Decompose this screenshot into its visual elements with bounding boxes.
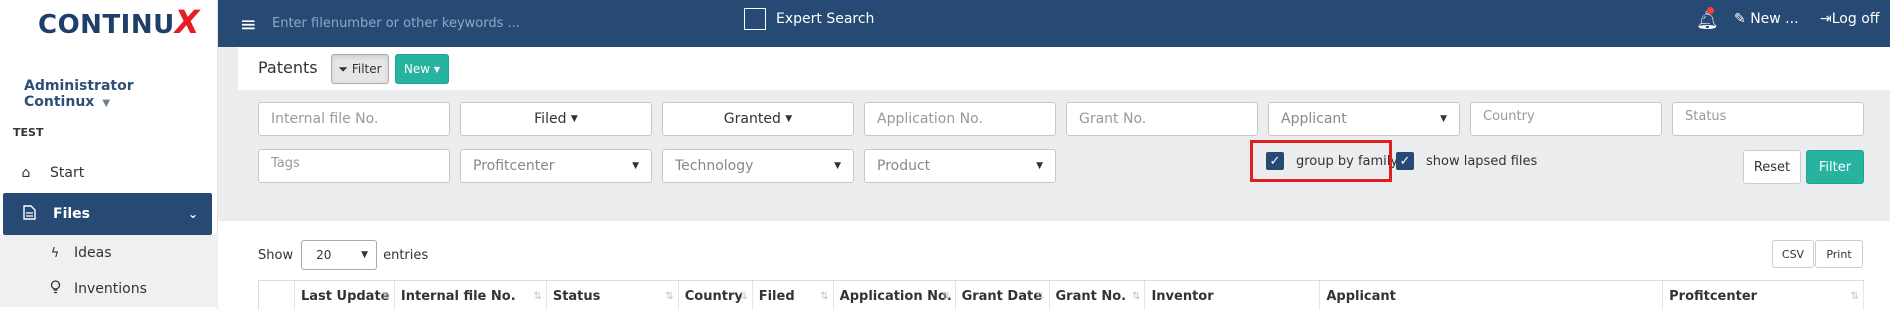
sign-out-icon: ⇥ bbox=[1820, 11, 1832, 27]
status-input[interactable]: Status bbox=[1672, 102, 1864, 136]
sidebar-item-start[interactable]: ⌂ Start bbox=[0, 152, 212, 194]
column-header-filed[interactable]: Filed ⇅ bbox=[753, 281, 834, 310]
show-lapsed-checkbox[interactable]: ✓ bbox=[1396, 152, 1414, 170]
caret-down-icon: ▼ bbox=[785, 114, 793, 124]
show-label: Show bbox=[258, 247, 294, 263]
column-header-application-no[interactable]: Application No. ⇅ bbox=[834, 281, 956, 310]
sort-icon: ⇅ bbox=[665, 290, 674, 302]
caret-down-icon: ▼ bbox=[433, 64, 441, 74]
product-select[interactable]: Product ▼ bbox=[864, 149, 1056, 183]
expert-search-checkbox[interactable] bbox=[744, 8, 766, 30]
logo[interactable]: CONTINUX bbox=[38, 3, 200, 41]
sort-icon: ⇅ bbox=[739, 290, 748, 302]
entries-label: entries bbox=[383, 247, 429, 263]
applicant-select[interactable]: Applicant ▼ bbox=[1268, 102, 1460, 136]
page-title: Patents bbox=[258, 58, 318, 77]
highlight-box bbox=[1250, 140, 1392, 182]
select-column-header bbox=[259, 281, 295, 310]
sidebar-subitem-label: Ideas bbox=[74, 245, 112, 261]
show-lapsed-toggle[interactable]: ✓ show lapsed files bbox=[1396, 152, 1537, 170]
sidebar-item-label: Start bbox=[50, 165, 85, 181]
sidebar-subitem-ideas[interactable]: ϟ Ideas bbox=[0, 235, 218, 271]
column-header-country[interactable]: Country ⇅ bbox=[679, 281, 753, 310]
panel-header bbox=[238, 47, 1890, 90]
caret-down-icon: ▼ bbox=[632, 161, 639, 171]
sidebar-subitem-label: Inventions bbox=[74, 281, 147, 297]
csv-button[interactable]: CSV bbox=[1772, 240, 1814, 268]
filter-icon: ⏷ bbox=[338, 61, 349, 76]
topbar: ≡ Expert Search 🔔︎ ✎ New ... ⇥Log off bbox=[218, 0, 1890, 47]
sort-icon: ⇅ bbox=[942, 290, 951, 302]
column-header-last-update[interactable]: Last Update ⇅ bbox=[295, 281, 395, 310]
caret-down-icon: ▼ bbox=[1036, 161, 1043, 171]
sort-icon: ⇅ bbox=[533, 290, 542, 302]
entries-length-control: Show 20 ▼ entries bbox=[258, 240, 428, 270]
column-header-grant-date[interactable]: Grant Date ⇅ bbox=[956, 281, 1050, 310]
filed-dropdown[interactable]: Filed ▼ bbox=[460, 102, 652, 136]
hamburger-menu-icon[interactable]: ≡ bbox=[240, 12, 257, 36]
column-header-inventor[interactable]: Inventor bbox=[1145, 281, 1321, 310]
reset-button[interactable]: Reset bbox=[1743, 150, 1801, 184]
new-button[interactable]: New ▼ bbox=[395, 54, 449, 84]
sort-icon: ⇅ bbox=[1132, 290, 1141, 302]
file-icon bbox=[19, 204, 39, 224]
caret-down-icon: ▼ bbox=[834, 161, 841, 171]
print-button[interactable]: Print bbox=[1815, 240, 1863, 268]
filter-toggle-button[interactable]: ⏷ Filter bbox=[331, 54, 389, 84]
section-label: TEST bbox=[13, 126, 44, 139]
user-menu[interactable]: Administrator Continux ▼ bbox=[24, 78, 217, 110]
sidebar-item-files[interactable]: Files ⌄ bbox=[3, 193, 212, 235]
internal-file-no-input[interactable]: Internal file No. bbox=[258, 102, 450, 136]
caret-down-icon: ▼ bbox=[570, 114, 578, 124]
new-menu-button[interactable]: ✎ New ... bbox=[1734, 11, 1799, 27]
application-no-input[interactable]: Application No. bbox=[864, 102, 1056, 136]
edit-icon: ✎ bbox=[1734, 11, 1746, 27]
grant-no-input[interactable]: Grant No. bbox=[1066, 102, 1258, 136]
sidebar-item-label: Files bbox=[53, 206, 90, 222]
logoff-button[interactable]: ⇥Log off bbox=[1820, 11, 1879, 27]
sort-icon: ⇅ bbox=[820, 290, 829, 302]
expert-search-label: Expert Search bbox=[776, 11, 875, 27]
chevron-down-icon: ▼ bbox=[361, 250, 369, 260]
profitcenter-select[interactable]: Profitcenter ▼ bbox=[460, 149, 652, 183]
sort-icon: ⇅ bbox=[1036, 290, 1045, 302]
entries-select[interactable]: 20 ▼ bbox=[301, 240, 378, 270]
country-input[interactable]: Country bbox=[1470, 102, 1662, 136]
column-header-grant-no[interactable]: Grant No. ⇅ bbox=[1050, 281, 1146, 310]
caret-down-icon: ▼ bbox=[102, 98, 111, 109]
home-icon: ⌂ bbox=[21, 165, 31, 181]
sidebar-subitem-inventions[interactable]: Inventions bbox=[0, 271, 218, 307]
sidebar: CONTINUX Administrator Continux ▼ TEST ⌂ … bbox=[0, 0, 218, 310]
column-header-profitcenter[interactable]: Profitcenter ⇅ bbox=[1663, 281, 1864, 310]
technology-select[interactable]: Technology ▼ bbox=[662, 149, 854, 183]
table-header: Last Update ⇅ Internal file No. ⇅ Status ⇅ … bbox=[258, 280, 1864, 310]
granted-dropdown[interactable]: Granted ▼ bbox=[662, 102, 854, 136]
lightbulb-icon bbox=[48, 280, 62, 298]
column-header-internal-file-no[interactable]: Internal file No. ⇅ bbox=[395, 281, 547, 310]
notifications-button[interactable]: 🔔︎ bbox=[1696, 7, 1719, 31]
user-name: Administrator Continux bbox=[24, 78, 134, 110]
tags-input[interactable]: Tags bbox=[258, 149, 450, 183]
column-header-status[interactable]: Status ⇅ bbox=[547, 281, 679, 310]
bolt-icon: ϟ bbox=[50, 245, 60, 261]
caret-down-icon: ▼ bbox=[1440, 114, 1447, 124]
show-lapsed-label: show lapsed files bbox=[1426, 153, 1538, 169]
search-input[interactable] bbox=[272, 8, 732, 38]
notification-dot bbox=[1707, 7, 1714, 14]
apply-filter-button[interactable]: Filter bbox=[1806, 150, 1864, 184]
chevron-down-icon: ⌄ bbox=[187, 207, 198, 221]
column-header-applicant[interactable]: Applicant bbox=[1320, 281, 1664, 310]
sort-icon: ⇅ bbox=[381, 290, 390, 302]
sort-icon: ⇅ bbox=[1850, 290, 1859, 302]
expert-search-toggle[interactable]: Expert Search bbox=[744, 8, 874, 30]
